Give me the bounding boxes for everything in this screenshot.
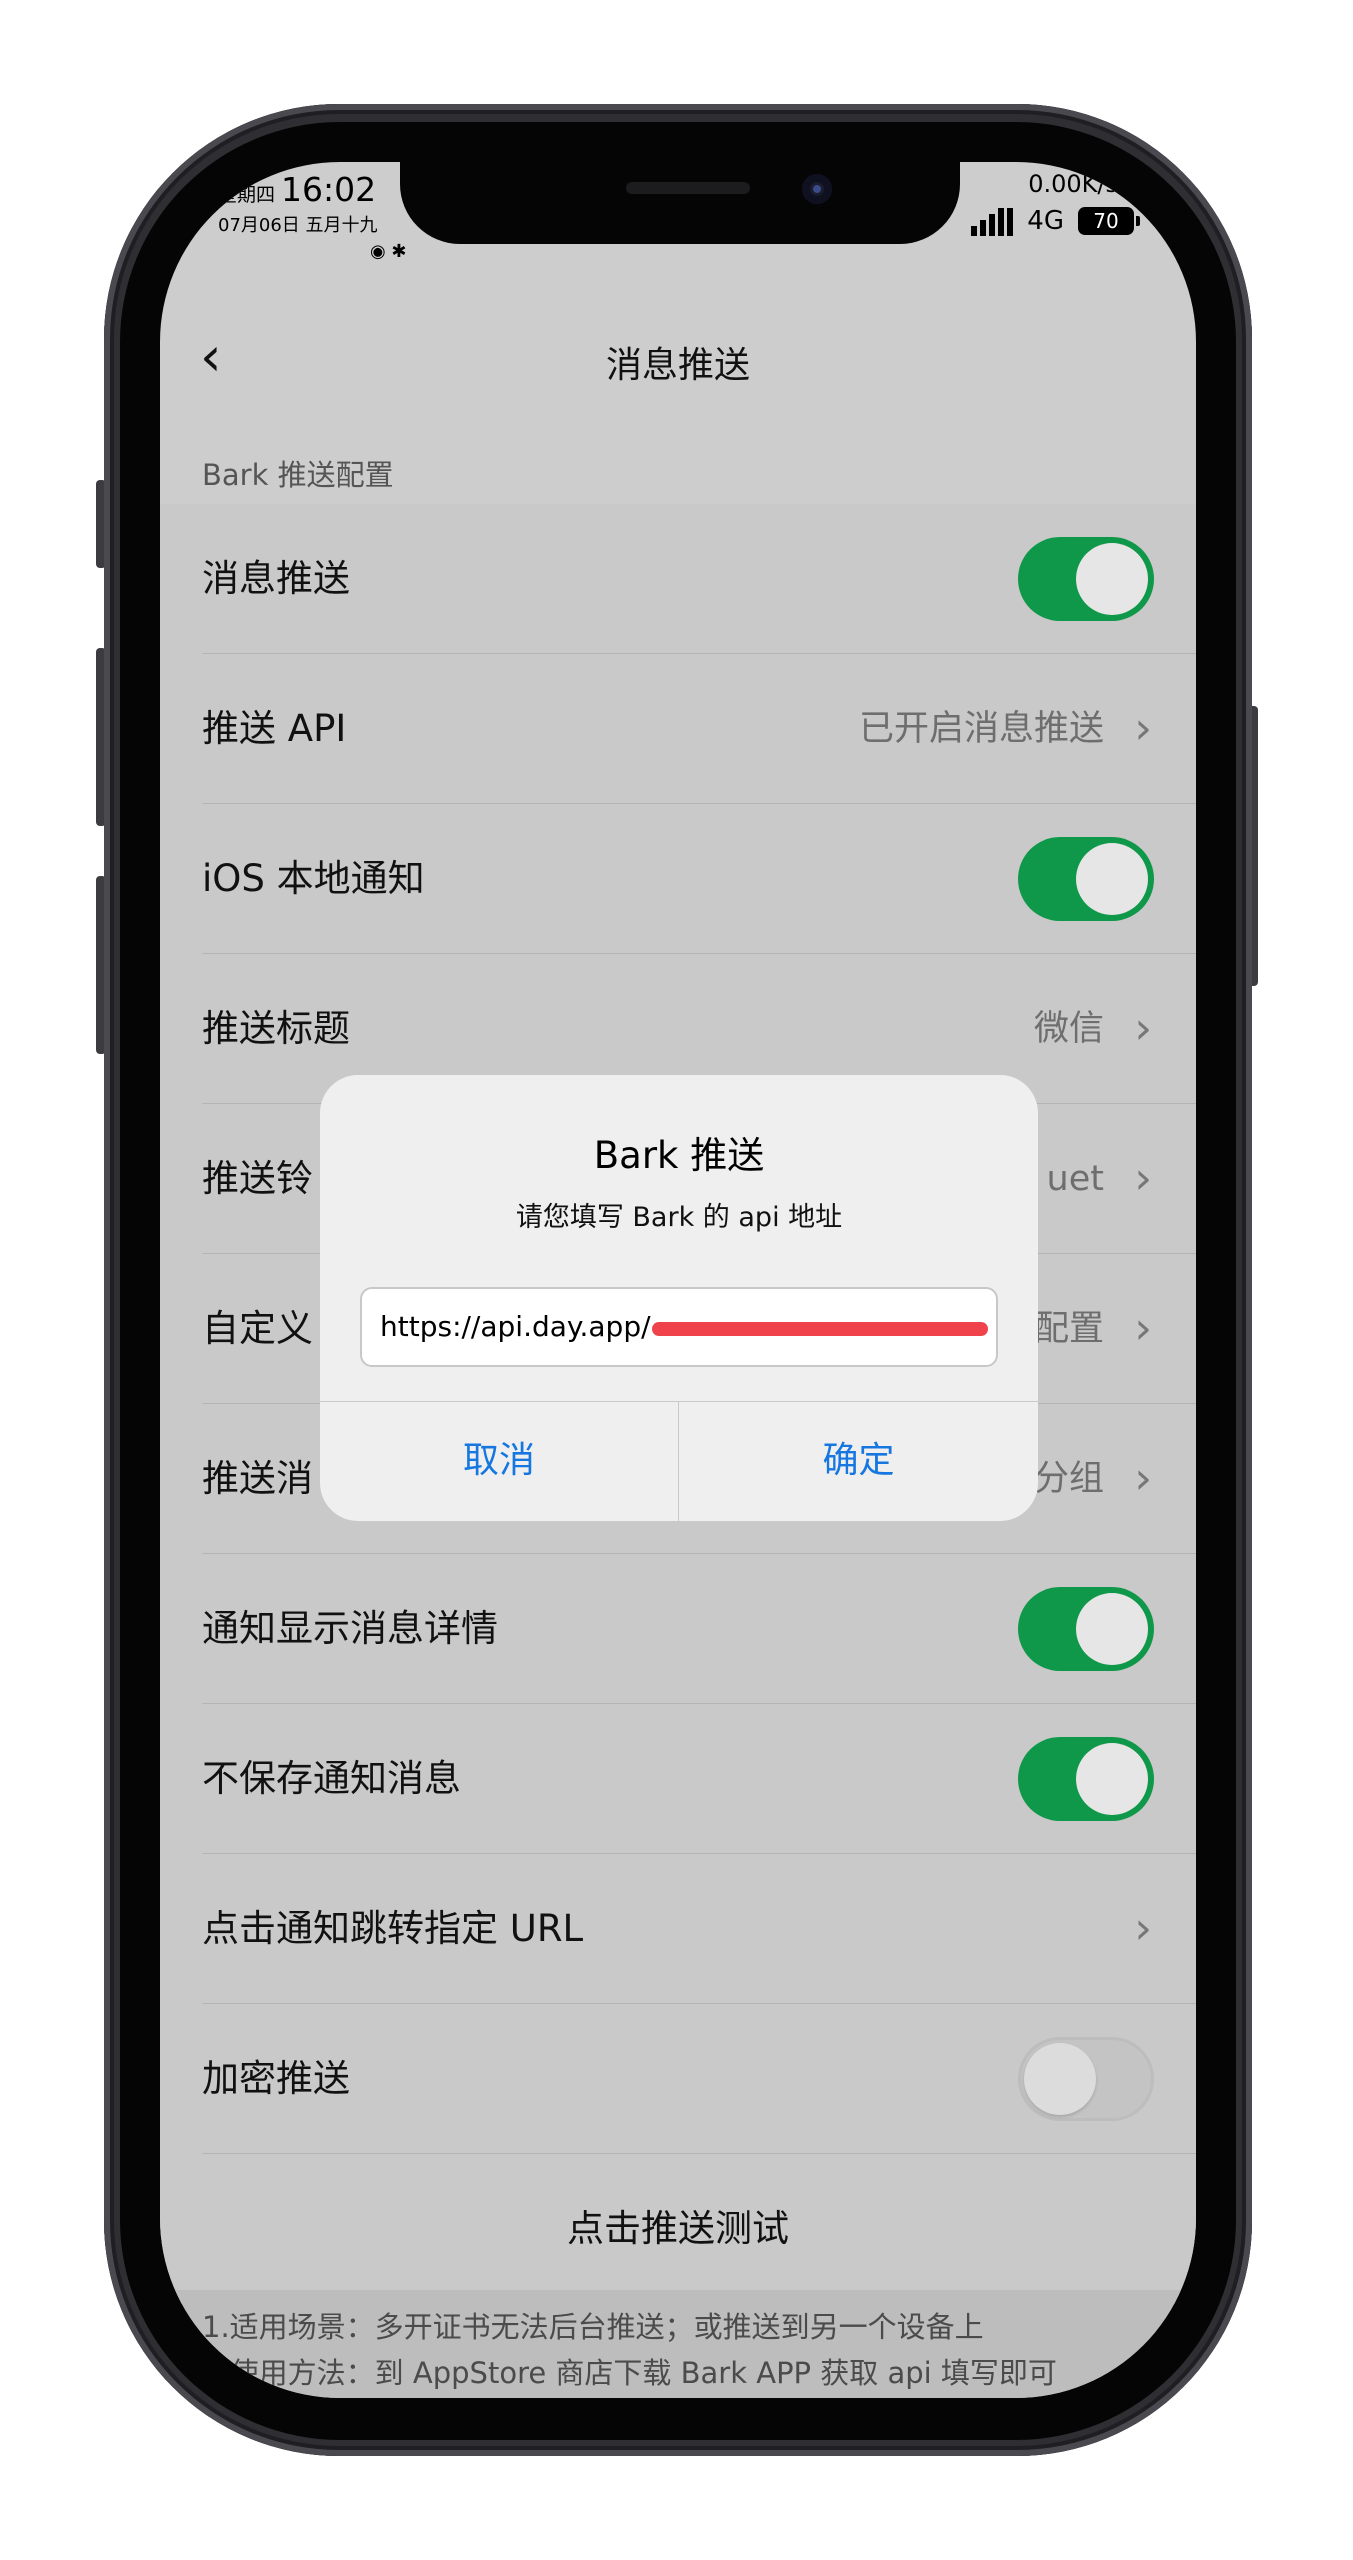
battery-icon: 70 xyxy=(1078,207,1140,235)
confirm-button[interactable]: 确定 xyxy=(679,1401,1038,1521)
row-label: 点击通知跳转指定 URL xyxy=(202,1907,584,1950)
notch xyxy=(400,162,960,244)
settings-row[interactable]: 加密推送 xyxy=(160,2004,1196,2154)
dialog-message: 请您填写 Bark 的 api 地址 xyxy=(515,1202,843,1233)
toggle-knob xyxy=(1024,2043,1096,2115)
chevron-right-icon: › xyxy=(1134,703,1152,754)
toggle-knob xyxy=(1076,543,1148,615)
redaction-bar xyxy=(652,1322,988,1336)
speaker-grille xyxy=(626,182,750,194)
battery-level: 70 xyxy=(1093,209,1119,233)
section-header: Bark 推送配置 xyxy=(202,458,394,492)
settings-row[interactable]: iOS 本地通知 xyxy=(160,804,1196,954)
footer-notes: 1.适用场景：多开证书无法后台推送；或推送到另一个设备上 2.使用方法：到 Ap… xyxy=(160,2290,1196,2398)
row-label: 推送 API xyxy=(202,707,347,750)
toggle-switch[interactable] xyxy=(1018,1737,1154,1821)
row-value: 微信 xyxy=(1033,1009,1104,1049)
row-label: 消息推送 xyxy=(202,557,350,600)
row-value: 分组 xyxy=(1033,1459,1104,1499)
toggle-switch[interactable] xyxy=(1018,1587,1154,1671)
signal-icon xyxy=(971,206,1014,236)
toggle-switch[interactable] xyxy=(1018,2037,1154,2121)
row-label: 推送标题 xyxy=(202,1007,350,1050)
chevron-right-icon: › xyxy=(1134,1303,1152,1354)
api-url-value: https://api.day.app/ xyxy=(380,1310,651,1343)
row-value: uet xyxy=(1046,1159,1104,1199)
net-speed: 0.00K/s xyxy=(1028,170,1118,198)
row-label: iOS 本地通知 xyxy=(202,857,425,900)
bark-dialog: Bark 推送 请您填写 Bark 的 api 地址 https://api.d… xyxy=(320,1075,1038,1521)
dialog-title: Bark 推送 xyxy=(593,1134,765,1177)
row-label: 加密推送 xyxy=(202,2057,350,2100)
toggle-switch[interactable] xyxy=(1018,837,1154,921)
settings-row[interactable]: 点击通知跳转指定 URL › xyxy=(160,1854,1196,2004)
settings-row[interactable]: 消息推送 xyxy=(160,504,1196,654)
push-test-button[interactable]: 点击推送测试 xyxy=(160,2154,1196,2304)
row-value: 配置 xyxy=(1033,1309,1104,1349)
status-date: 07月06日 五月十九 xyxy=(218,215,378,236)
footer-line-1: 1.适用场景：多开证书无法后台推送；或推送到另一个设备上 xyxy=(202,2310,984,2344)
network-type: 4G xyxy=(1027,206,1064,236)
api-url-input[interactable]: https://api.day.app/ xyxy=(360,1287,998,1367)
chevron-right-icon: › xyxy=(1134,1153,1152,1204)
toggle-knob xyxy=(1076,843,1148,915)
settings-row[interactable]: 通知显示消息详情 xyxy=(160,1554,1196,1704)
row-label: 自定义 xyxy=(202,1307,313,1350)
page-title: 消息推送 xyxy=(605,345,750,386)
chevron-right-icon: › xyxy=(1134,1003,1152,1054)
toggle-knob xyxy=(1076,1593,1148,1665)
status-weekday: 星期四 xyxy=(218,184,276,206)
status-time: 16:02 xyxy=(281,170,377,209)
chevron-right-icon: › xyxy=(1134,1903,1152,1954)
footer-line-2: 2.使用方法：到 AppStore 商店下载 Bark APP 获取 api 填… xyxy=(202,2356,1057,2390)
settings-row[interactable]: 不保存通知消息 xyxy=(160,1704,1196,1854)
status-icons: ◉ ✱ xyxy=(370,241,407,262)
toggle-knob xyxy=(1076,1743,1148,1815)
screen: 星期四 16:02 07月06日 五月十九 ◉ ✱ 0.00K/s 4G 70 … xyxy=(160,162,1196,2398)
row-label: 推送铃 xyxy=(202,1157,313,1200)
toggle-switch[interactable] xyxy=(1018,537,1154,621)
settings-row[interactable]: 推送 API 已开启消息推送 › xyxy=(160,654,1196,804)
chevron-right-icon: › xyxy=(1134,1453,1152,1504)
nav-bar: ‹ 消息推送 xyxy=(160,312,1196,402)
cancel-button[interactable]: 取消 xyxy=(320,1401,678,1521)
row-value: 已开启消息推送 xyxy=(858,709,1104,749)
row-label: 通知显示消息详情 xyxy=(202,1607,498,1650)
status-bar-right: 0.00K/s 4G 70 xyxy=(971,170,1140,236)
front-camera xyxy=(802,174,832,204)
status-bar-left: 星期四 16:02 07月06日 五月十九 ◉ ✱ xyxy=(218,170,407,262)
row-label: 不保存通知消息 xyxy=(202,1757,461,1800)
row-label: 推送消 xyxy=(202,1457,313,1500)
